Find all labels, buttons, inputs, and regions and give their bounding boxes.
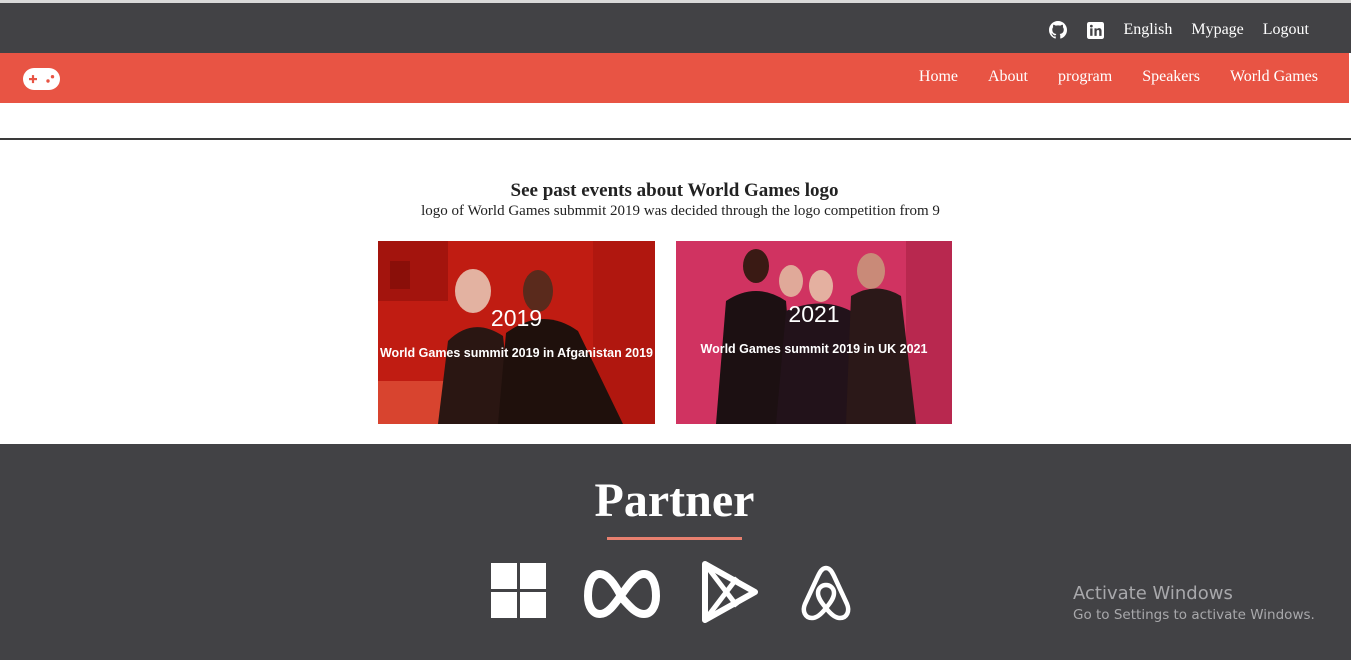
event-card-2019[interactable]: 2019 World Games summit 2019 in Afganist… [378,241,655,424]
event-year: 2021 [788,301,840,327]
main-navbar: Home About program Speakers World Games [0,53,1349,103]
watermark-subtitle: Go to Settings to activate Windows. [1073,607,1315,623]
top-bar: English Mypage Logout [0,0,1351,53]
past-events-subtitle: logo of World Games submmit 2019 was dec… [421,203,940,219]
nav-home[interactable]: Home [919,68,958,86]
windows-icon[interactable] [491,563,546,623]
github-icon[interactable] [1049,21,1068,39]
past-events-title: See past events about World Games logo [510,180,839,201]
section-divider [0,138,1351,140]
partner-title: Partner [594,474,755,527]
nav-menu: Home About program Speakers World Games [919,68,1318,86]
event-year: 2019 [490,305,543,331]
event-caption: World Games summit 2019 in UK 2021 [700,342,928,356]
event-photo-2019 [378,241,655,424]
nav-program[interactable]: program [1058,68,1112,86]
event-photo-2021 [676,241,952,424]
event-card-2021[interactable]: 2021 World Games summit 2019 in UK 2021 [676,241,952,424]
gamepad-icon[interactable] [23,68,60,90]
meta-icon[interactable] [583,568,661,625]
event-caption: World Games summit 2019 in Afganistan 20… [379,346,653,360]
mypage-link[interactable]: Mypage [1191,21,1243,39]
language-link[interactable]: English [1123,21,1172,39]
google-play-icon[interactable] [701,561,759,628]
nav-world-games[interactable]: World Games [1230,68,1318,86]
partner-section: Partner [0,444,1351,660]
partner-underline [607,537,742,540]
top-links: English Mypage Logout [1049,21,1309,39]
logout-link[interactable]: Logout [1263,21,1309,39]
watermark-title: Activate Windows [1073,583,1233,604]
airbnb-icon[interactable] [799,564,853,627]
activate-windows-watermark: Activate Windows Go to Settings to activ… [1073,583,1315,623]
nav-about[interactable]: About [988,68,1028,86]
nav-speakers[interactable]: Speakers [1142,68,1200,86]
linkedin-icon[interactable] [1086,21,1104,39]
